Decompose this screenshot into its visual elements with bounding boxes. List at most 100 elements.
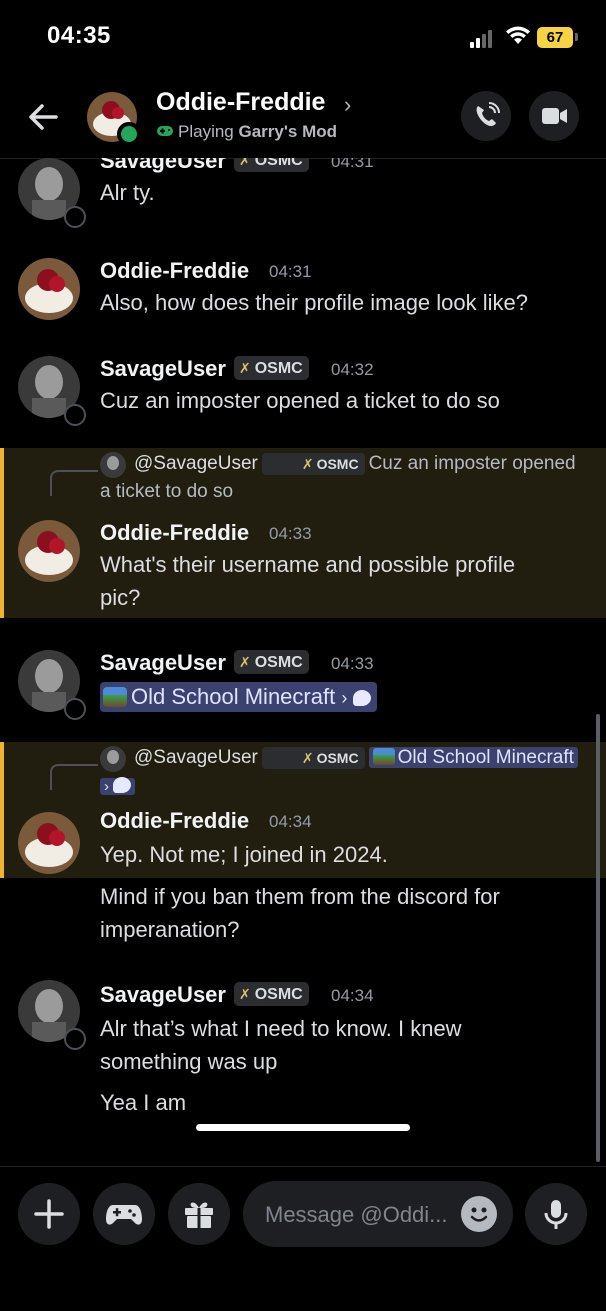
- home-indicator: [196, 1124, 410, 1131]
- reply-connector: [50, 764, 98, 790]
- message-time: 04:34: [331, 986, 374, 1005]
- chat-bubble-icon: [353, 690, 372, 706]
- message-text: Also, how does their profile image look …: [100, 290, 529, 315]
- message-text: Alr that’s what I need to know. I knew s…: [100, 1016, 462, 1074]
- server-tag: ✗ OSMC: [234, 158, 309, 172]
- activity-game: Garry's Mod: [238, 122, 338, 141]
- message-text: Yep. Not me; I joined in 2024.: [100, 842, 388, 867]
- plus-icon: [34, 1199, 64, 1229]
- status-ring: [64, 206, 86, 228]
- sword-icon: ✗: [301, 455, 314, 472]
- user-avatar[interactable]: [18, 520, 80, 582]
- message-item-mention: @SavageUser ✗ OSMC Old School Minecraft › Od…: [0, 742, 606, 878]
- reply-preview[interactable]: @SavageUser ✗ OSMC Cuz an imposter opened a…: [100, 450, 590, 506]
- message-time: 04:33: [269, 524, 312, 543]
- sword-icon: ✗: [239, 986, 251, 1002]
- message-item: SavageUser ✗ OSMC 04:33 Old School Minecr…: [0, 636, 606, 726]
- add-attachment-button[interactable]: [18, 1183, 80, 1245]
- message-author[interactable]: Oddie-Freddie: [100, 258, 249, 284]
- sword-icon: ✗: [301, 749, 314, 766]
- reply-channel-link: Old School Minecraft: [368, 747, 578, 768]
- sword-icon: ✗: [239, 654, 251, 670]
- voice-message-button[interactable]: [525, 1183, 587, 1245]
- message-time: 04:34: [269, 812, 312, 831]
- header-username[interactable]: Oddie-Freddie: [156, 88, 325, 117]
- message-item: Oddie-Freddie 04:31 Also, how does their…: [0, 246, 606, 336]
- gamepad-icon: [157, 126, 173, 136]
- message-text: Alr ty.: [100, 180, 155, 205]
- chevron-right-icon[interactable]: ›: [344, 92, 351, 118]
- chat-bubble-icon: [113, 777, 131, 793]
- gift-button[interactable]: [168, 1183, 230, 1245]
- message-composer: Message @Oddi...: [0, 1166, 606, 1311]
- channel-link[interactable]: Old School Minecraft ›: [100, 682, 378, 712]
- message-author[interactable]: SavageUser: [100, 650, 226, 676]
- message-time: 04:33: [331, 654, 374, 673]
- video-call-button[interactable]: [529, 91, 579, 141]
- message-time: 04:32: [331, 360, 374, 379]
- emoji-button[interactable]: [461, 1196, 497, 1232]
- message-text-continued: Mind if you ban them from the discord fo…: [100, 884, 500, 942]
- reply-server-tag-label: OSMC: [316, 455, 359, 472]
- back-arrow-icon[interactable]: [24, 100, 64, 134]
- server-tag: ✗ OSMC: [234, 356, 309, 380]
- reply-author: @SavageUser: [134, 453, 258, 474]
- message-author[interactable]: Oddie-Freddie: [100, 520, 249, 546]
- server-tag-label: OSMC: [254, 360, 303, 377]
- message-text: What's their username and possible profi…: [100, 552, 516, 610]
- reply-author: @SavageUser: [134, 747, 258, 768]
- server-icon: [103, 687, 127, 707]
- channel-link-label: Old School Minecraft: [131, 684, 336, 709]
- wifi-icon: [506, 26, 530, 44]
- phone-icon: [476, 102, 500, 126]
- video-camera-icon: [542, 108, 567, 124]
- reply-preview[interactable]: @SavageUser ✗ OSMC Old School Minecraft ›: [100, 744, 600, 801]
- message-text: Cuz an imposter opened a ticket to do so: [100, 388, 500, 413]
- status-ring: [64, 698, 86, 720]
- server-tag: ✗ OSMC: [234, 982, 309, 1006]
- reply-avatar: [100, 452, 126, 478]
- message-item: SavageUser ✗ OSMC 04:32 Cuz an imposter o…: [0, 344, 606, 444]
- reply-avatar: [100, 746, 126, 772]
- battery-nub: [575, 33, 578, 41]
- status-ring: [64, 1028, 86, 1050]
- status-bar: 04:35 67: [0, 0, 606, 74]
- message-author[interactable]: SavageUser: [100, 356, 226, 382]
- status-time: 04:35: [47, 22, 111, 49]
- scrollbar[interactable]: [596, 714, 600, 1162]
- gamepad-icon: [106, 1205, 142, 1225]
- server-tag-label: OSMC: [254, 654, 303, 671]
- sword-icon: ✗: [239, 360, 251, 376]
- message-input-placeholder: Message @Oddi...: [265, 1202, 448, 1227]
- reply-server-tag: ✗ OSMC: [261, 452, 365, 475]
- message-author[interactable]: SavageUser: [100, 982, 226, 1008]
- sword-icon: ✗: [239, 158, 251, 168]
- message-list[interactable]: SavageUser ✗ OSMC 04:31 Alr ty. Oddie-Fre…: [0, 158, 606, 1166]
- message-author[interactable]: SavageUser: [100, 158, 226, 174]
- dm-header: Oddie-Freddie › Playing Garry's Mod: [0, 74, 606, 159]
- battery-indicator: 67: [537, 27, 573, 48]
- status-ring: [64, 404, 86, 426]
- chevron-right-icon: ›: [104, 778, 109, 795]
- user-avatar[interactable]: [18, 812, 80, 874]
- chevron-right-icon: ›: [341, 688, 348, 708]
- message-item-mention: @SavageUser ✗ OSMC Cuz an imposter opened a…: [0, 448, 606, 618]
- message-author[interactable]: Oddie-Freddie: [100, 808, 249, 834]
- message-text-continued: Yea I am: [100, 1090, 187, 1115]
- microphone-icon: [544, 1200, 568, 1229]
- server-tag: ✗ OSMC: [234, 650, 309, 674]
- reply-channel-label: Old School Minecraft: [397, 747, 574, 768]
- gift-icon: [185, 1202, 213, 1228]
- user-avatar[interactable]: [18, 258, 80, 320]
- call-button[interactable]: [461, 91, 511, 141]
- reply-channel-trail: ›: [100, 777, 135, 795]
- reply-connector: [50, 470, 98, 496]
- message-time: 04:31: [269, 262, 312, 281]
- activity-prefix: Playing: [178, 122, 234, 141]
- server-tag-label: OSMC: [254, 986, 303, 1003]
- reply-server-tag-label: OSMC: [316, 749, 359, 766]
- online-status-dot: [117, 122, 141, 146]
- smiley-icon: [470, 1207, 488, 1222]
- activities-button[interactable]: [93, 1183, 155, 1245]
- message-item: SavageUser ✗ OSMC 04:34 Alr that’s what I…: [0, 966, 606, 1126]
